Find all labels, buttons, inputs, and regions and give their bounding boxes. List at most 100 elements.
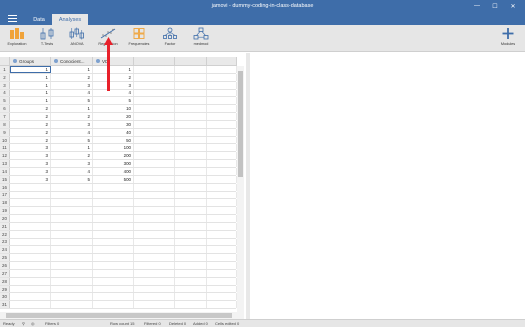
table-cell[interactable]: [134, 97, 175, 105]
table-cell[interactable]: [175, 66, 207, 73]
table-cell[interactable]: [93, 199, 134, 207]
vertical-scroll-thumb[interactable]: [238, 71, 243, 177]
table-cell[interactable]: 2: [10, 136, 51, 144]
table-cell[interactable]: 2: [10, 105, 51, 113]
table-cell[interactable]: 3: [10, 144, 51, 152]
table-cell[interactable]: [175, 183, 207, 191]
table-cell[interactable]: [51, 183, 93, 191]
row-number[interactable]: 4: [0, 89, 10, 97]
column-header-groups[interactable]: Groups: [10, 57, 51, 66]
table-cell[interactable]: 20: [93, 113, 134, 120]
filter-icon[interactable]: ⚲: [22, 321, 25, 326]
table-cell[interactable]: [207, 207, 237, 215]
table-cell[interactable]: [134, 167, 175, 175]
table-cell[interactable]: [175, 285, 207, 293]
column-header-vd[interactable]: VD: [93, 57, 134, 66]
table-cell[interactable]: [10, 262, 51, 269]
table-cell[interactable]: [10, 269, 51, 277]
table-cell[interactable]: 2: [10, 120, 51, 128]
table-cell[interactable]: [175, 215, 207, 222]
table-cell[interactable]: [10, 222, 51, 230]
table-cell[interactable]: [10, 277, 51, 285]
table-cell[interactable]: [10, 238, 51, 246]
table-cell[interactable]: [93, 238, 134, 246]
table-cell[interactable]: 30: [93, 120, 134, 128]
table-cell[interactable]: [175, 207, 207, 215]
table-cell[interactable]: 3: [10, 167, 51, 175]
table-cell[interactable]: [175, 191, 207, 199]
table-cell[interactable]: [93, 207, 134, 215]
exploration-button[interactable]: Exploration: [2, 27, 32, 50]
table-cell[interactable]: [51, 230, 93, 238]
table-cell[interactable]: [134, 183, 175, 191]
table-cell[interactable]: 2: [10, 128, 51, 136]
table-cell[interactable]: [175, 175, 207, 183]
table-cell[interactable]: 500: [93, 175, 134, 183]
row-number[interactable]: 20: [0, 215, 10, 222]
table-cell[interactable]: [207, 73, 237, 81]
table-cell[interactable]: [207, 301, 237, 309]
table-cell[interactable]: [10, 191, 51, 199]
row-number[interactable]: 13: [0, 160, 10, 167]
table-cell[interactable]: 1: [10, 81, 51, 89]
table-cell[interactable]: [207, 105, 237, 113]
row-number[interactable]: 19: [0, 207, 10, 215]
table-cell[interactable]: [134, 89, 175, 97]
table-cell[interactable]: [134, 238, 175, 246]
table-cell[interactable]: [207, 191, 237, 199]
visibility-toggle-icon[interactable]: ◎: [31, 321, 35, 326]
row-number[interactable]: 16: [0, 183, 10, 191]
table-cell[interactable]: [134, 215, 175, 222]
row-number[interactable]: 10: [0, 136, 10, 144]
table-cell[interactable]: [134, 136, 175, 144]
table-cell[interactable]: [207, 97, 237, 105]
row-number[interactable]: 6: [0, 105, 10, 113]
table-cell[interactable]: [134, 81, 175, 89]
table-cell[interactable]: [10, 230, 51, 238]
table-cell[interactable]: [175, 128, 207, 136]
table-cell[interactable]: [134, 207, 175, 215]
row-number[interactable]: 5: [0, 97, 10, 105]
table-cell[interactable]: [175, 277, 207, 285]
table-cell[interactable]: [207, 160, 237, 167]
column-header-conocient[interactable]: Conocient...: [51, 57, 93, 66]
table-cell[interactable]: 10: [93, 105, 134, 113]
table-cell[interactable]: [10, 199, 51, 207]
table-cell[interactable]: 1: [51, 144, 93, 152]
row-number[interactable]: 12: [0, 152, 10, 160]
table-cell[interactable]: [207, 113, 237, 120]
medmod-button[interactable]: medmod: [186, 27, 216, 50]
column-header-empty[interactable]: [207, 57, 237, 66]
table-cell[interactable]: 2: [93, 73, 134, 81]
factor-button[interactable]: Factor: [155, 27, 185, 50]
data-spreadsheet[interactable]: Groups Conocient... VD 11112122313341445…: [0, 53, 245, 319]
table-cell[interactable]: 4: [51, 167, 93, 175]
row-number[interactable]: 31: [0, 301, 10, 309]
row-number[interactable]: 23: [0, 238, 10, 246]
table-cell[interactable]: [10, 246, 51, 254]
table-cell[interactable]: [207, 136, 237, 144]
table-cell[interactable]: [207, 89, 237, 97]
table-cell[interactable]: [134, 262, 175, 269]
table-cell[interactable]: 1: [51, 66, 93, 73]
table-cell[interactable]: [134, 246, 175, 254]
table-cell[interactable]: [10, 254, 51, 262]
table-cell[interactable]: [93, 301, 134, 309]
table-cell[interactable]: [207, 230, 237, 238]
maximize-button[interactable]: ☐: [487, 0, 503, 12]
table-cell[interactable]: [175, 269, 207, 277]
table-cell[interactable]: [93, 262, 134, 269]
table-cell[interactable]: [207, 66, 237, 73]
table-cell[interactable]: [175, 262, 207, 269]
table-cell[interactable]: [134, 199, 175, 207]
row-number[interactable]: 26: [0, 262, 10, 269]
table-cell[interactable]: [207, 238, 237, 246]
corner-header[interactable]: [0, 57, 10, 66]
table-cell[interactable]: [134, 254, 175, 262]
row-number[interactable]: 8: [0, 120, 10, 128]
table-cell[interactable]: [175, 254, 207, 262]
close-button[interactable]: ✕: [505, 0, 521, 12]
table-cell[interactable]: [134, 175, 175, 183]
table-cell[interactable]: [175, 81, 207, 89]
table-cell[interactable]: [93, 191, 134, 199]
